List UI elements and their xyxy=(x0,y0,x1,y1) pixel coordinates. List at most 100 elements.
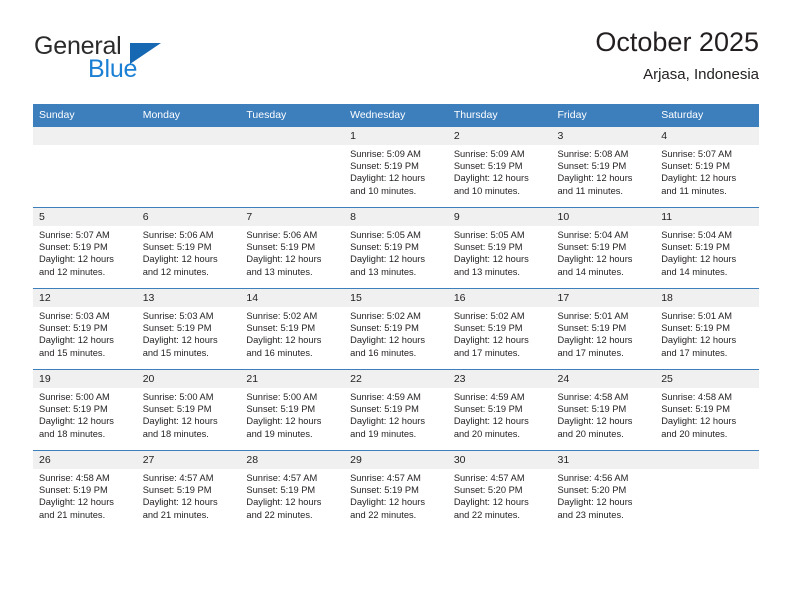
daylight-text-line1: Daylight: 12 hours xyxy=(39,416,114,427)
daylight-text-line2: and 14 minutes. xyxy=(557,266,624,277)
daylight-text-line1: Daylight: 12 hours xyxy=(246,497,322,508)
sunrise-text: Sunrise: 5:02 AM xyxy=(246,311,318,321)
daylight-text-line1: Daylight: 12 hours xyxy=(246,335,322,346)
sunset-text: Sunset: 5:19 PM xyxy=(142,485,212,496)
calendar-day-cell[interactable]: 6 Sunrise: 5:06 AM Sunset: 5:19 PM Daylight… xyxy=(136,207,241,289)
sunrise-text: Sunrise: 5:04 AM xyxy=(557,230,629,240)
calendar-day-cell[interactable]: 22 Sunrise: 4:59 AM Sunset: 5:19 PM Dayligh… xyxy=(344,369,448,451)
sunset-text: Sunset: 5:19 PM xyxy=(39,404,108,415)
day-number: 31 xyxy=(551,451,656,469)
day-number: 29 xyxy=(344,451,448,469)
daylight-text-line1: Daylight: 12 hours xyxy=(246,416,322,427)
weekday-header-row: Sunday Monday Tuesday Wednesday Thursday… xyxy=(33,104,759,127)
daylight-text-line2: and 22 minutes. xyxy=(350,509,417,520)
calendar-day-cell[interactable]: 16 Sunrise: 5:02 AM Sunset: 5:19 PM Dayligh… xyxy=(447,288,552,370)
daylight-text-line1: Daylight: 12 hours xyxy=(350,335,426,346)
calendar-day-cell[interactable]: 29 Sunrise: 4:57 AM Sunset: 5:19 PM Dayligh… xyxy=(344,450,448,531)
calendar-day-cell[interactable]: 28 Sunrise: 4:57 AM Sunset: 5:19 PM Dayligh… xyxy=(240,450,345,531)
daylight-text-line2: and 10 minutes. xyxy=(453,185,520,196)
day-details: Sunrise: 4:56 AM Sunset: 5:20 PM Daylight:… xyxy=(552,469,656,521)
calendar-day-cell[interactable]: 8 Sunrise: 5:05 AM Sunset: 5:19 PM Daylight… xyxy=(344,207,448,289)
day-number xyxy=(655,451,759,469)
day-number: 30 xyxy=(447,451,552,469)
day-details: Sunrise: 4:58 AM Sunset: 5:19 PM Daylight:… xyxy=(33,469,137,521)
daylight-text-line1: Daylight: 12 hours xyxy=(142,497,218,508)
day-number: 10 xyxy=(551,208,656,226)
day-number: 6 xyxy=(136,208,241,226)
daylight-text-line2: and 21 minutes. xyxy=(39,509,106,520)
sunrise-text: Sunrise: 4:58 AM xyxy=(39,473,110,483)
sunrise-text: Sunrise: 5:04 AM xyxy=(661,230,733,240)
daylight-text-line1: Daylight: 12 hours xyxy=(453,335,529,346)
sunset-text: Sunset: 5:19 PM xyxy=(246,485,316,496)
day-details: Sunrise: 5:02 AM Sunset: 5:19 PM Daylight:… xyxy=(344,307,448,359)
brand-logo[interactable]: General Blue xyxy=(33,26,243,88)
day-number xyxy=(136,127,241,145)
calendar-day-cell[interactable]: 9 Sunrise: 5:05 AM Sunset: 5:19 PM Daylight… xyxy=(447,207,552,289)
calendar-day-cell[interactable]: 27 Sunrise: 4:57 AM Sunset: 5:19 PM Dayligh… xyxy=(136,450,241,531)
day-number: 27 xyxy=(136,451,241,469)
day-number: 22 xyxy=(344,370,448,388)
calendar-day-cell[interactable]: 5 Sunrise: 5:07 AM Sunset: 5:19 PM Daylight… xyxy=(33,207,137,289)
page-subtitle: Arjasa, Indonesia xyxy=(643,66,759,83)
day-number: 18 xyxy=(655,289,759,307)
calendar-day-cell[interactable]: 4 Sunrise: 5:07 AM Sunset: 5:19 PM Daylight… xyxy=(655,126,759,208)
daylight-text-line2: and 18 minutes. xyxy=(39,428,106,439)
day-number: 26 xyxy=(33,451,137,469)
day-details: Sunrise: 4:57 AM Sunset: 5:19 PM Daylight:… xyxy=(240,469,344,521)
daylight-text-line1: Daylight: 12 hours xyxy=(557,416,633,427)
sunset-text: Sunset: 5:19 PM xyxy=(557,161,627,172)
daylight-text-line1: Daylight: 12 hours xyxy=(142,416,218,427)
sunset-text: Sunset: 5:20 PM xyxy=(557,485,627,496)
day-number: 5 xyxy=(33,208,137,226)
sunset-text: Sunset: 5:19 PM xyxy=(350,242,419,253)
sunset-text: Sunset: 5:19 PM xyxy=(246,323,316,334)
calendar-day-cell[interactable]: 12 Sunrise: 5:03 AM Sunset: 5:19 PM Dayligh… xyxy=(33,288,137,370)
daylight-text-line2: and 22 minutes. xyxy=(246,509,313,520)
calendar-week-row: 12 Sunrise: 5:03 AM Sunset: 5:19 PM Dayligh… xyxy=(33,288,759,370)
page-title: October 2025 xyxy=(595,27,759,57)
daylight-text-line1: Daylight: 12 hours xyxy=(350,173,426,184)
daylight-text-line2: and 13 minutes. xyxy=(453,266,520,277)
sunrise-text: Sunrise: 5:08 AM xyxy=(557,149,629,159)
daylight-text-line2: and 12 minutes. xyxy=(39,266,106,277)
calendar-day-cell[interactable]: 18 Sunrise: 5:01 AM Sunset: 5:19 PM Dayligh… xyxy=(655,288,759,370)
calendar-day-cell[interactable]: 17 Sunrise: 5:01 AM Sunset: 5:19 PM Dayligh… xyxy=(551,288,656,370)
calendar-day-cell[interactable]: 14 Sunrise: 5:02 AM Sunset: 5:19 PM Dayligh… xyxy=(240,288,345,370)
calendar-day-cell[interactable]: 10 Sunrise: 5:04 AM Sunset: 5:19 PM Dayligh… xyxy=(551,207,656,289)
calendar-day-cell[interactable]: 21 Sunrise: 5:00 AM Sunset: 5:19 PM Dayligh… xyxy=(240,369,345,451)
day-details: Sunrise: 5:05 AM Sunset: 5:19 PM Daylight:… xyxy=(344,226,448,278)
calendar-day-cell[interactable]: 23 Sunrise: 4:59 AM Sunset: 5:19 PM Dayligh… xyxy=(447,369,552,451)
day-details: Sunrise: 4:57 AM Sunset: 5:19 PM Daylight:… xyxy=(344,469,448,521)
day-details: Sunrise: 4:57 AM Sunset: 5:19 PM Daylight:… xyxy=(137,469,241,521)
calendar-day-cell[interactable]: 24 Sunrise: 4:58 AM Sunset: 5:19 PM Dayligh… xyxy=(551,369,656,451)
calendar-day-cell[interactable]: 31 Sunrise: 4:56 AM Sunset: 5:20 PM Dayligh… xyxy=(551,450,656,531)
calendar-day-cell[interactable]: 13 Sunrise: 5:03 AM Sunset: 5:19 PM Dayligh… xyxy=(136,288,241,370)
sunrise-text: Sunrise: 5:00 AM xyxy=(142,392,214,402)
daylight-text-line2: and 16 minutes. xyxy=(350,347,417,358)
calendar-day-cell[interactable]: 25 Sunrise: 4:58 AM Sunset: 5:19 PM Dayligh… xyxy=(655,369,759,451)
calendar-grid: Sunday Monday Tuesday Wednesday Thursday… xyxy=(33,104,759,531)
calendar-day-cell[interactable]: 26 Sunrise: 4:58 AM Sunset: 5:19 PM Dayligh… xyxy=(33,450,137,531)
calendar-day-cell[interactable]: 30 Sunrise: 4:57 AM Sunset: 5:20 PM Dayligh… xyxy=(447,450,552,531)
calendar-day-cell-empty xyxy=(655,450,759,531)
day-details: Sunrise: 4:59 AM Sunset: 5:19 PM Daylight:… xyxy=(344,388,448,440)
sunset-text: Sunset: 5:19 PM xyxy=(661,161,730,172)
daylight-text-line1: Daylight: 12 hours xyxy=(557,254,633,265)
daylight-text-line2: and 20 minutes. xyxy=(661,428,728,439)
calendar-day-cell[interactable]: 20 Sunrise: 5:00 AM Sunset: 5:19 PM Dayligh… xyxy=(136,369,241,451)
daylight-text-line1: Daylight: 12 hours xyxy=(453,497,529,508)
sunset-text: Sunset: 5:19 PM xyxy=(453,242,523,253)
calendar-day-cell[interactable]: 11 Sunrise: 5:04 AM Sunset: 5:19 PM Dayligh… xyxy=(655,207,759,289)
sunrise-text: Sunrise: 5:06 AM xyxy=(142,230,214,240)
calendar-day-cell[interactable]: 1 Sunrise: 5:09 AM Sunset: 5:19 PM Daylight… xyxy=(344,126,448,208)
calendar-day-cell[interactable]: 2 Sunrise: 5:09 AM Sunset: 5:19 PM Daylight… xyxy=(447,126,552,208)
daylight-text-line2: and 21 minutes. xyxy=(142,509,209,520)
weekday-header-wednesday: Wednesday xyxy=(344,104,448,127)
calendar-day-cell[interactable]: 7 Sunrise: 5:06 AM Sunset: 5:19 PM Daylight… xyxy=(240,207,345,289)
calendar-day-cell[interactable]: 3 Sunrise: 5:08 AM Sunset: 5:19 PM Daylight… xyxy=(551,126,656,208)
sunrise-text: Sunrise: 4:58 AM xyxy=(661,392,733,402)
daylight-text-line1: Daylight: 12 hours xyxy=(661,335,737,346)
calendar-day-cell[interactable]: 15 Sunrise: 5:02 AM Sunset: 5:19 PM Dayligh… xyxy=(344,288,448,370)
calendar-day-cell[interactable]: 19 Sunrise: 5:00 AM Sunset: 5:19 PM Dayligh… xyxy=(33,369,137,451)
